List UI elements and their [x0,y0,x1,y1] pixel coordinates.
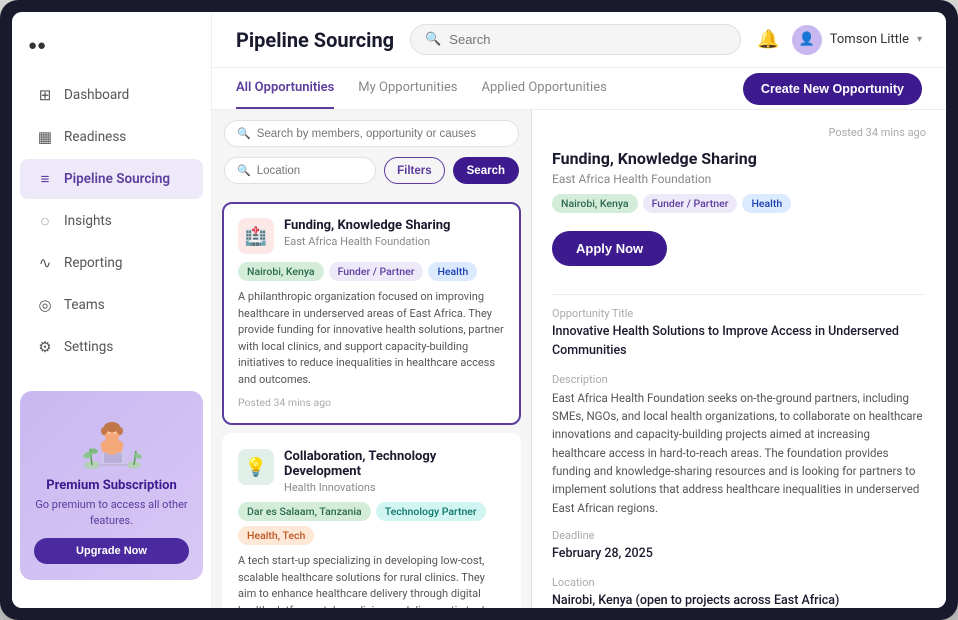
top-header: Pipeline Sourcing 🔍 🔔 👤 Tomson Little ▾ [212,12,946,68]
premium-description: Go premium to access all other features. [34,497,189,528]
tag: Nairobi, Kenya [552,194,638,213]
header-actions: 🔔 👤 Tomson Little ▾ [757,25,922,55]
upgrade-button[interactable]: Upgrade Now [34,538,189,564]
premium-title: Premium Subscription [34,478,189,493]
tag: Funder / Partner [329,262,424,281]
opportunity-title-label: Opportunity Title [552,307,926,320]
tag: Health [742,194,791,213]
card-header: 🏥 Funding, Knowledge Sharing East Africa… [238,218,505,254]
header-search-bar[interactable]: 🔍 [410,24,741,55]
sidebar-bottom: Premium Subscription Go premium to acces… [12,379,211,592]
sidebar-item-teams[interactable]: ◎ Teams [20,285,203,325]
location-search-bar[interactable]: 🔍 [224,157,376,184]
search-button[interactable]: Search [453,157,519,184]
user-name: Tomson Little [830,32,909,47]
card-time: Posted 34 mins ago [238,396,505,409]
sidebar-item-readiness[interactable]: ▦ Readiness [20,117,203,157]
card-title: Funding, Knowledge Sharing [284,218,450,233]
reporting-icon: ∿ [36,254,54,272]
avatar: 👤 [792,25,822,55]
tag: Funder / Partner [643,194,738,213]
user-chip[interactable]: 👤 Tomson Little ▾ [792,25,922,55]
premium-box: Premium Subscription Go premium to acces… [20,391,203,580]
readiness-icon: ▦ [36,128,54,146]
apply-now-button[interactable]: Apply Now [552,231,667,266]
card-tags: Dar es Salaam, Tanzania Technology Partn… [238,502,505,545]
detail-posted-time: Posted 34 mins ago [552,126,926,139]
sidebar-item-settings[interactable]: ⚙ Settings [20,327,203,367]
search-icon: 🔍 [425,32,441,47]
opportunity-card[interactable]: 🏥 Funding, Knowledge Sharing East Africa… [222,202,521,425]
detail-title: Funding, Knowledge Sharing [552,149,926,168]
deadline-label: Deadline [552,529,926,542]
tag: Health, Tech [238,526,314,545]
description-field: Description East Africa Health Foundatio… [552,373,926,518]
detail-org: East Africa Health Foundation [552,172,926,186]
location-value: Nairobi, Kenya (open to projects across … [552,592,926,608]
pipeline-icon: ≡ [36,170,54,188]
premium-illustration [82,407,142,472]
insights-icon: ◌ [36,212,54,230]
notification-icon[interactable]: 🔔 [757,29,779,50]
panels: 🔍 🔍 Filters Search [212,110,946,608]
header-search-input[interactable] [449,32,726,47]
sidebar-item-dashboard[interactable]: ⊞ Dashboard [20,75,203,115]
app-logo: ●● [12,28,211,74]
opportunity-title-field: Opportunity Title Innovative Health Solu… [552,307,926,361]
opportunity-title-value: Innovative Health Solutions to Improve A… [552,323,926,361]
sidebar-item-pipeline[interactable]: ≡ Pipeline Sourcing [20,159,203,199]
teams-icon: ◎ [36,296,54,314]
card-description: A philanthropic organization focused on … [238,289,505,388]
card-header: 💡 Collaboration, Technology Development … [238,449,505,494]
create-opportunity-button[interactable]: Create New Opportunity [743,73,922,105]
tabs-row: All Opportunities My Opportunities Appli… [212,68,946,110]
location-filter-row: 🔍 Filters Search [212,157,531,194]
description-value: East Africa Health Foundation seeks on-t… [552,389,926,518]
location-label: Location [552,576,926,589]
deadline-value: February 28, 2025 [552,545,926,564]
tab-my-opportunities[interactable]: My Opportunities [358,68,457,109]
tabs: All Opportunities My Opportunities Appli… [236,68,607,109]
dashboard-icon: ⊞ [36,86,54,104]
settings-icon: ⚙ [36,338,54,356]
location-field: Location Nairobi, Kenya (open to project… [552,576,926,608]
location-icon: 🔍 [237,164,251,177]
opportunity-search-input[interactable] [257,128,506,140]
tab-applied-opportunities[interactable]: Applied Opportunities [481,68,606,109]
cards-list: 🏥 Funding, Knowledge Sharing East Africa… [212,194,531,608]
location-input[interactable] [257,165,363,177]
card-tags: Nairobi, Kenya Funder / Partner Health [238,262,505,281]
filter-row: 🔍 [212,110,531,157]
opportunity-card[interactable]: 💡 Collaboration, Technology Development … [222,433,521,608]
card-org: Health Innovations [284,481,505,494]
card-logo: 💡 [238,449,274,485]
left-panel: 🔍 🔍 Filters Search [212,110,532,608]
card-description: A tech start-up specializing in developi… [238,553,505,608]
card-org: East Africa Health Foundation [284,235,450,248]
sidebar-item-reporting[interactable]: ∿ Reporting [20,243,203,283]
description-label: Description [552,373,926,386]
filters-button[interactable]: Filters [384,157,445,184]
sidebar-item-insights[interactable]: ◌ Insights [20,201,203,241]
opportunity-search-bar[interactable]: 🔍 [224,120,519,147]
tab-all-opportunities[interactable]: All Opportunities [236,68,334,109]
tag: Health [428,262,477,281]
divider [552,294,926,295]
detail-tags: Nairobi, Kenya Funder / Partner Health [552,194,926,213]
right-panel: Posted 34 mins ago Funding, Knowledge Sh… [532,110,946,608]
card-title: Collaboration, Technology Development [284,449,505,479]
sidebar: ●● ⊞ Dashboard ▦ Readiness ≡ Pipeline So… [12,12,212,608]
main-content: Pipeline Sourcing 🔍 🔔 👤 Tomson Little ▾ [212,12,946,608]
chevron-down-icon: ▾ [917,34,922,45]
tag: Nairobi, Kenya [238,262,324,281]
card-logo: 🏥 [238,218,274,254]
tag: Dar es Salaam, Tanzania [238,502,371,521]
page-title: Pipeline Sourcing [236,28,394,52]
deadline-field: Deadline February 28, 2025 [552,529,926,564]
tag: Technology Partner [376,502,486,521]
search-icon: 🔍 [237,127,251,140]
